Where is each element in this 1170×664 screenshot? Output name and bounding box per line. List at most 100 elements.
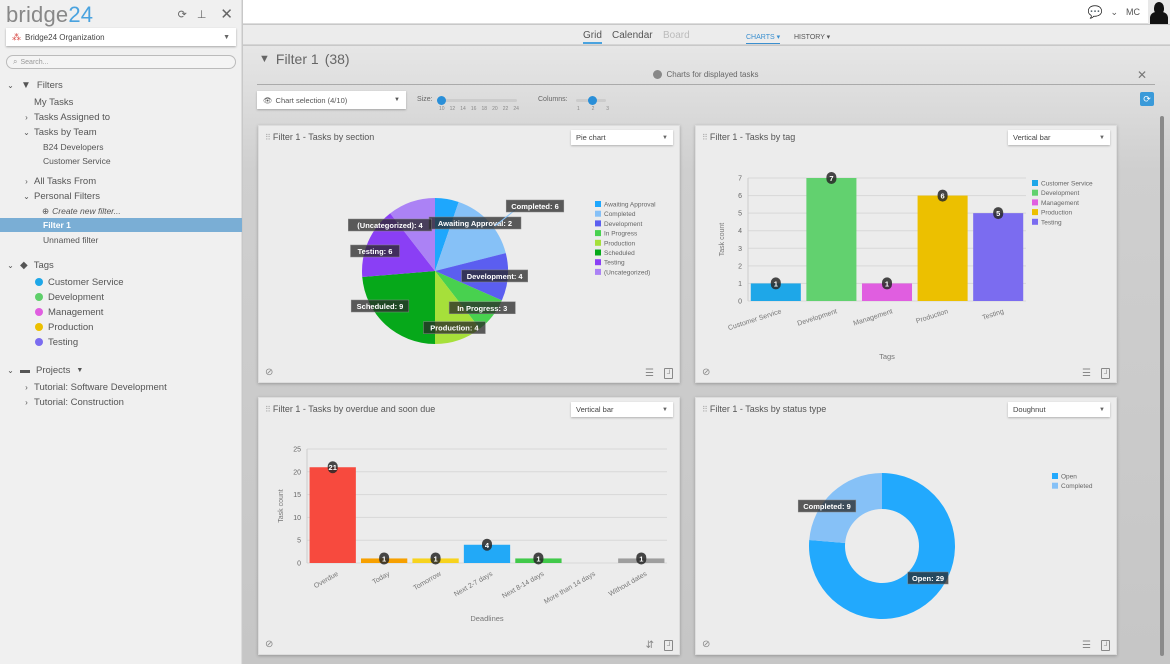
chart-type-value: Pie chart bbox=[576, 133, 606, 142]
chart-type-select[interactable]: Vertical bar ▼ bbox=[1008, 130, 1110, 145]
avatar[interactable] bbox=[1148, 0, 1170, 24]
list-icon[interactable]: ☰ bbox=[1082, 640, 1091, 651]
data-label-testing: Testing: 6 bbox=[358, 247, 393, 256]
pdf-icon[interactable]: ⅃ bbox=[1101, 368, 1110, 379]
plus-circle-icon: ⊕ bbox=[42, 205, 50, 216]
hide-icon[interactable]: ⊘ bbox=[702, 639, 710, 650]
size-slider-track[interactable] bbox=[439, 99, 517, 102]
y-tick-label: 2 bbox=[738, 263, 742, 270]
legend-swatch-management bbox=[1032, 199, 1038, 206]
chevron-down-icon: ⌄ bbox=[7, 260, 14, 270]
create-new-filter-link[interactable]: ⊕ Create new filter... bbox=[0, 204, 242, 218]
page-title: ▼ Filter 1 (38) bbox=[259, 51, 350, 67]
pdf-icon[interactable]: ⅃ bbox=[664, 368, 673, 379]
close-charts-icon[interactable]: ✕ bbox=[1137, 69, 1147, 81]
sidebar-section-tags[interactable]: ⌄ ◆ Tags bbox=[0, 258, 242, 272]
columns-slider-thumb[interactable] bbox=[588, 96, 597, 105]
sidebar-item-customer-service[interactable]: Customer Service bbox=[0, 154, 242, 168]
drag-handle-icon[interactable]: ⠿ bbox=[265, 405, 271, 414]
user-initials[interactable]: MC bbox=[1126, 7, 1140, 17]
sidebar-item-my-tasks[interactable]: My Tasks bbox=[0, 95, 242, 109]
sidebar-tag-management[interactable]: Management bbox=[0, 305, 242, 319]
list-icon[interactable]: ☰ bbox=[645, 368, 654, 379]
legend-label-testing: Testing bbox=[1041, 219, 1062, 226]
tick: 20 bbox=[492, 106, 498, 112]
chart-type-select[interactable]: Doughnut ▼ bbox=[1008, 402, 1110, 417]
panel-title-text: Filter 1 - Tasks by overdue and soon due bbox=[272, 404, 436, 414]
caret-down-icon[interactable]: ▼ bbox=[76, 367, 83, 374]
item-label: Create new filter... bbox=[52, 206, 121, 216]
size-slider-thumb[interactable] bbox=[437, 96, 446, 105]
item-label: All Tasks From bbox=[34, 175, 97, 187]
scrollbar[interactable] bbox=[1160, 116, 1164, 656]
sidebar-item-unnamed-filter[interactable]: Unnamed filter bbox=[0, 233, 242, 247]
x-tick-label-customer-service: Customer Service bbox=[727, 308, 782, 332]
bar-development bbox=[806, 178, 857, 301]
sidebar-tag-testing[interactable]: Testing bbox=[0, 335, 242, 349]
sidebar-project-construction[interactable]: › Tutorial: Construction bbox=[0, 395, 242, 409]
item-label: Filter 1 bbox=[43, 220, 71, 230]
sidebar-item-b24-developers[interactable]: B24 Developers bbox=[0, 140, 242, 154]
sidebar-item-personal-filters[interactable]: ⌄ Personal Filters bbox=[0, 189, 242, 203]
hide-icon[interactable]: ⊘ bbox=[702, 367, 710, 378]
organization-icon: ⁂ bbox=[12, 31, 21, 42]
history-menu[interactable]: HISTORY ▾ bbox=[794, 33, 830, 41]
top-bar: 💬 ⌄ MC bbox=[243, 0, 1170, 24]
legend-label-completed: Completed bbox=[1061, 483, 1093, 490]
caret-down-icon: ▼ bbox=[1099, 134, 1105, 141]
tick: 18 bbox=[481, 106, 488, 112]
legend-swatch-uncategorized bbox=[595, 268, 601, 275]
chevron-right-icon: › bbox=[25, 112, 28, 122]
sidebar-tag-development[interactable]: Development bbox=[0, 290, 242, 304]
search-input[interactable]: ⌕ Search... bbox=[6, 55, 236, 69]
tab-grid[interactable]: Grid bbox=[583, 30, 602, 44]
legend-swatch-completed bbox=[1052, 482, 1058, 489]
sidebar-tag-customer-service[interactable]: Customer Service bbox=[0, 275, 242, 289]
chart-panel-tasks-by-tag: 0 1 2 3 4 5 6 7 1 Customer Service 7 Development 1 Ma… bbox=[695, 125, 1117, 383]
sidebar-item-tasks-assigned-to[interactable]: › Tasks Assigned to bbox=[0, 110, 242, 124]
chart-selection-dropdown[interactable]: 👁 Chart selection (4/10) ▼ bbox=[257, 91, 406, 109]
sidebar-section-filters[interactable]: ⌄ ▼ Filters bbox=[0, 78, 242, 92]
bar-value-label: 6 bbox=[941, 192, 945, 201]
list-icon[interactable]: ☰ bbox=[1082, 368, 1091, 379]
organization-select[interactable]: ⁂ Bridge24 Organization ▼ bbox=[6, 28, 236, 46]
sidebar-section-projects[interactable]: ⌄ ▬ Projects ▼ bbox=[0, 363, 242, 377]
refresh-icon[interactable]: ⟳ bbox=[178, 8, 187, 21]
sidebar-project-software-development[interactable]: › Tutorial: Software Development bbox=[0, 380, 242, 394]
drag-handle-icon[interactable]: ⠿ bbox=[702, 405, 708, 414]
pin-icon[interactable]: ⊥ bbox=[197, 8, 207, 21]
bar-value-label: 1 bbox=[536, 554, 540, 563]
x-tick-label-management: Management bbox=[853, 308, 894, 327]
x-tick-label-next-8-14-days: Next 8-14 days bbox=[501, 570, 546, 600]
hide-icon[interactable]: ⊘ bbox=[265, 639, 273, 650]
pdf-icon[interactable]: ⅃ bbox=[1101, 640, 1110, 651]
hide-icon[interactable]: ⊘ bbox=[265, 367, 273, 378]
item-label: Personal Filters bbox=[34, 190, 100, 202]
sort-icon[interactable]: ⇵ bbox=[646, 640, 654, 651]
charts-header-label: Charts for displayed tasks bbox=[666, 70, 759, 79]
data-label-completed: Completed: 9 bbox=[803, 502, 851, 511]
drag-handle-icon[interactable]: ⠿ bbox=[265, 133, 271, 142]
charts-menu[interactable]: CHARTS ▾ bbox=[746, 33, 781, 44]
sidebar-tag-production[interactable]: Production bbox=[0, 320, 242, 334]
sidebar-item-filter-1[interactable]: Filter 1 bbox=[0, 218, 242, 232]
pdf-icon[interactable]: ⅃ bbox=[664, 640, 673, 651]
sidebar-item-all-tasks-from[interactable]: › All Tasks From bbox=[0, 174, 242, 188]
sidebar-item-tasks-by-team[interactable]: ⌄ Tasks by Team bbox=[0, 125, 242, 139]
chat-icon[interactable]: 💬 bbox=[1088, 5, 1103, 19]
close-sidebar-icon[interactable]: ✕ bbox=[220, 5, 233, 23]
chevron-down-icon[interactable]: ⌄ bbox=[1110, 7, 1118, 18]
tag-color-dot bbox=[35, 323, 43, 331]
chart-type-select[interactable]: Pie chart ▼ bbox=[571, 130, 673, 145]
y-axis-label: Task count bbox=[278, 489, 285, 523]
legend-label-open: Open bbox=[1061, 474, 1077, 481]
refresh-charts-button[interactable]: ⟳ bbox=[1140, 92, 1154, 106]
legend-swatch-in-progress bbox=[595, 230, 601, 237]
caret-down-icon: ▼ bbox=[662, 134, 668, 141]
legend-label-production: Production bbox=[1041, 210, 1072, 217]
tab-calendar[interactable]: Calendar bbox=[612, 30, 653, 41]
chevron-right-icon: › bbox=[25, 176, 28, 186]
chart-type-select[interactable]: Vertical bar ▼ bbox=[571, 402, 673, 417]
drag-handle-icon[interactable]: ⠿ bbox=[702, 133, 708, 142]
tab-board[interactable]: Board bbox=[663, 30, 690, 41]
